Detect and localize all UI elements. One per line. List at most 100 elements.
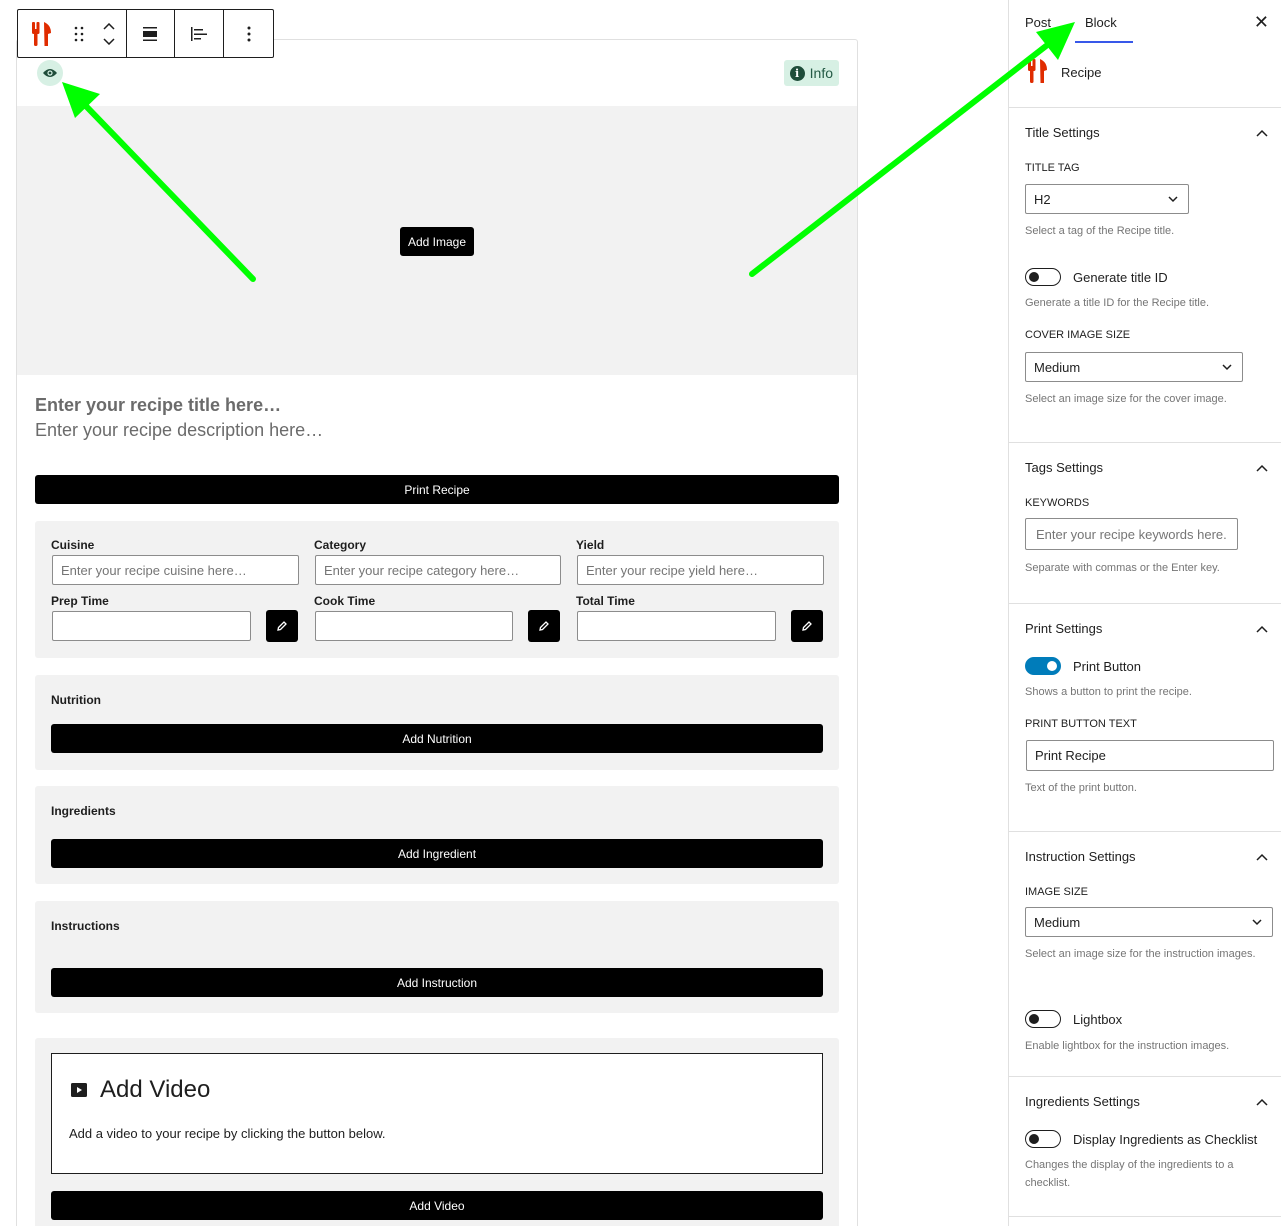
chevron-down-icon [1222,364,1232,371]
video-icon [71,1083,87,1097]
image-size-help: Select an image size for the instruction… [1025,948,1256,960]
image-size-label: IMAGE SIZE [1025,886,1088,898]
category-label: Category [314,538,367,552]
block-toolbar [17,9,274,58]
add-nutrition-button[interactable]: Add Nutrition [51,724,823,753]
tags-settings-section: Tags Settings KEYWORDS Enter your recipe… [1009,443,1281,604]
cover-image-size-label: COVER IMAGE SIZE [1025,329,1131,341]
instructions-panel: Instructions Add Instruction [35,901,839,1013]
title-tag-help: Select a tag of the Recipe title. [1025,225,1175,237]
prep-time-input[interactable] [52,611,251,641]
print-button-text-label: PRINT BUTTON TEXT [1025,718,1137,730]
ingredients-checklist-help: Changes the display of the ingredients t… [1025,1159,1234,1189]
edit-prep-time-button[interactable] [266,610,298,642]
ingredients-title: Ingredients [51,804,116,818]
print-button-text-input[interactable]: Print Recipe [1026,740,1274,771]
cuisine-input[interactable]: Enter your recipe cuisine here… [52,555,299,585]
close-icon[interactable]: ✕ [1254,12,1269,33]
tab-post[interactable]: Post [1025,0,1051,44]
edit-total-time-button[interactable] [791,610,823,642]
print-button-toggle-label: Print Button [1073,659,1141,674]
print-button-toggle[interactable] [1025,657,1061,675]
block-card-name: Recipe [1061,65,1102,80]
recipe-description-input[interactable]: Enter your recipe description here… [35,420,323,441]
add-video-button[interactable]: Add Video [51,1191,823,1220]
image-size-select[interactable]: Medium [1025,907,1273,937]
pencil-icon [539,621,549,631]
video-heading: Add Video [70,1076,210,1104]
video-heading-text: Add Video [100,1076,211,1103]
chevron-up-icon[interactable] [1255,851,1269,865]
add-instruction-button[interactable]: Add Instruction [51,968,823,997]
title-settings-heading[interactable]: Title Settings [1025,125,1100,140]
chevron-down-icon[interactable] [103,37,115,45]
lightbox-toggle[interactable] [1025,1010,1061,1028]
justify-icon[interactable] [175,10,225,57]
preview-eye-icon[interactable] [37,60,63,86]
active-tab-indicator [1075,41,1133,43]
drag-handle-icon[interactable] [65,10,93,57]
total-time-input[interactable] [577,611,776,641]
block-card: Recipe [1009,44,1281,108]
move-up-down-icon[interactable] [93,10,125,57]
recipe-block[interactable]: i Info Add Image Enter your recipe title… [16,39,858,1226]
cook-time-label: Cook Time [314,594,376,608]
chevron-up-icon[interactable] [1255,462,1269,476]
cover-image-size-select[interactable]: Medium [1025,352,1243,382]
nutrition-panel: Nutrition Add Nutrition [35,675,839,770]
category-input[interactable]: Enter your recipe category here… [315,555,561,585]
cook-time-input[interactable] [315,611,513,641]
add-ingredient-button[interactable]: Add Ingredient [51,839,823,868]
info-label: Info [809,65,833,81]
keywords-help: Separate with commas or the Enter key. [1025,562,1220,574]
settings-sidebar: Post Block ✕ Recipe Title Settings TITLE… [1008,0,1281,1226]
info-badge[interactable]: i Info [783,60,839,86]
chevron-down-icon [1252,919,1262,926]
recipe-title-input[interactable]: Enter your recipe title here… [35,395,281,416]
editor-canvas: i Info Add Image Enter your recipe title… [0,0,1008,1226]
chevron-up-icon[interactable] [1255,623,1269,637]
add-image-button[interactable]: Add Image [400,227,474,256]
yield-input[interactable]: Enter your recipe yield here… [577,555,824,585]
generate-title-id-help: Generate a title ID for the Recipe title… [1025,297,1210,309]
cover-image-size-value: Medium [1034,359,1081,375]
chevron-up-icon[interactable] [103,22,115,30]
fork-knife-icon[interactable] [19,10,65,57]
print-button-toggle-help: Shows a button to print the recipe. [1025,686,1192,698]
title-tag-select[interactable]: H2 [1025,184,1189,214]
ingredients-settings-heading[interactable]: Ingredients Settings [1025,1094,1140,1109]
edit-cook-time-button[interactable] [528,610,560,642]
generate-title-id-label: Generate title ID [1073,270,1168,285]
image-size-value: Medium [1034,914,1081,930]
print-recipe-button[interactable]: Print Recipe [35,475,839,504]
pencil-icon [277,621,287,631]
keywords-input[interactable]: Enter your recipe keywords here. [1025,518,1238,550]
nutrition-title: Nutrition [51,693,101,707]
info-icon: i [789,65,805,81]
cover-image-size-help: Select an image size for the cover image… [1025,393,1227,405]
recipe-meta-panel: Cuisine Enter your recipe cuisine here… … [35,521,839,658]
chevron-up-icon[interactable] [1255,1096,1269,1110]
chevron-down-icon [1168,196,1178,203]
print-settings-heading[interactable]: Print Settings [1025,621,1102,636]
ingredients-checklist-toggle[interactable] [1025,1130,1061,1148]
lightbox-label: Lightbox [1073,1012,1123,1027]
chevron-up-icon[interactable] [1255,127,1269,141]
pencil-icon [802,621,812,631]
tags-settings-heading[interactable]: Tags Settings [1025,460,1103,475]
title-settings-section: Title Settings TITLE TAG H2 Select a tag… [1009,108,1281,443]
video-panel: Add Video Add a video to your recipe by … [35,1038,839,1226]
sidebar-tabs: Post Block ✕ [1009,0,1281,44]
more-options-icon[interactable] [224,10,273,57]
title-tag-label: TITLE TAG [1025,162,1080,174]
instruction-settings-heading[interactable]: Instruction Settings [1025,849,1136,864]
cover-image-placeholder: Add Image [17,106,857,375]
total-time-label: Total Time [576,594,635,608]
instruction-settings-section: Instruction Settings IMAGE SIZE Medium S… [1009,832,1281,1077]
print-settings-section: Print Settings Print Button Shows a butt… [1009,604,1281,832]
align-icon[interactable] [127,10,176,57]
tab-block[interactable]: Block [1075,0,1127,44]
cuisine-label: Cuisine [51,538,95,552]
ingredients-checklist-label: Display Ingredients as Checklist [1073,1132,1258,1147]
generate-title-id-toggle[interactable] [1025,268,1061,286]
